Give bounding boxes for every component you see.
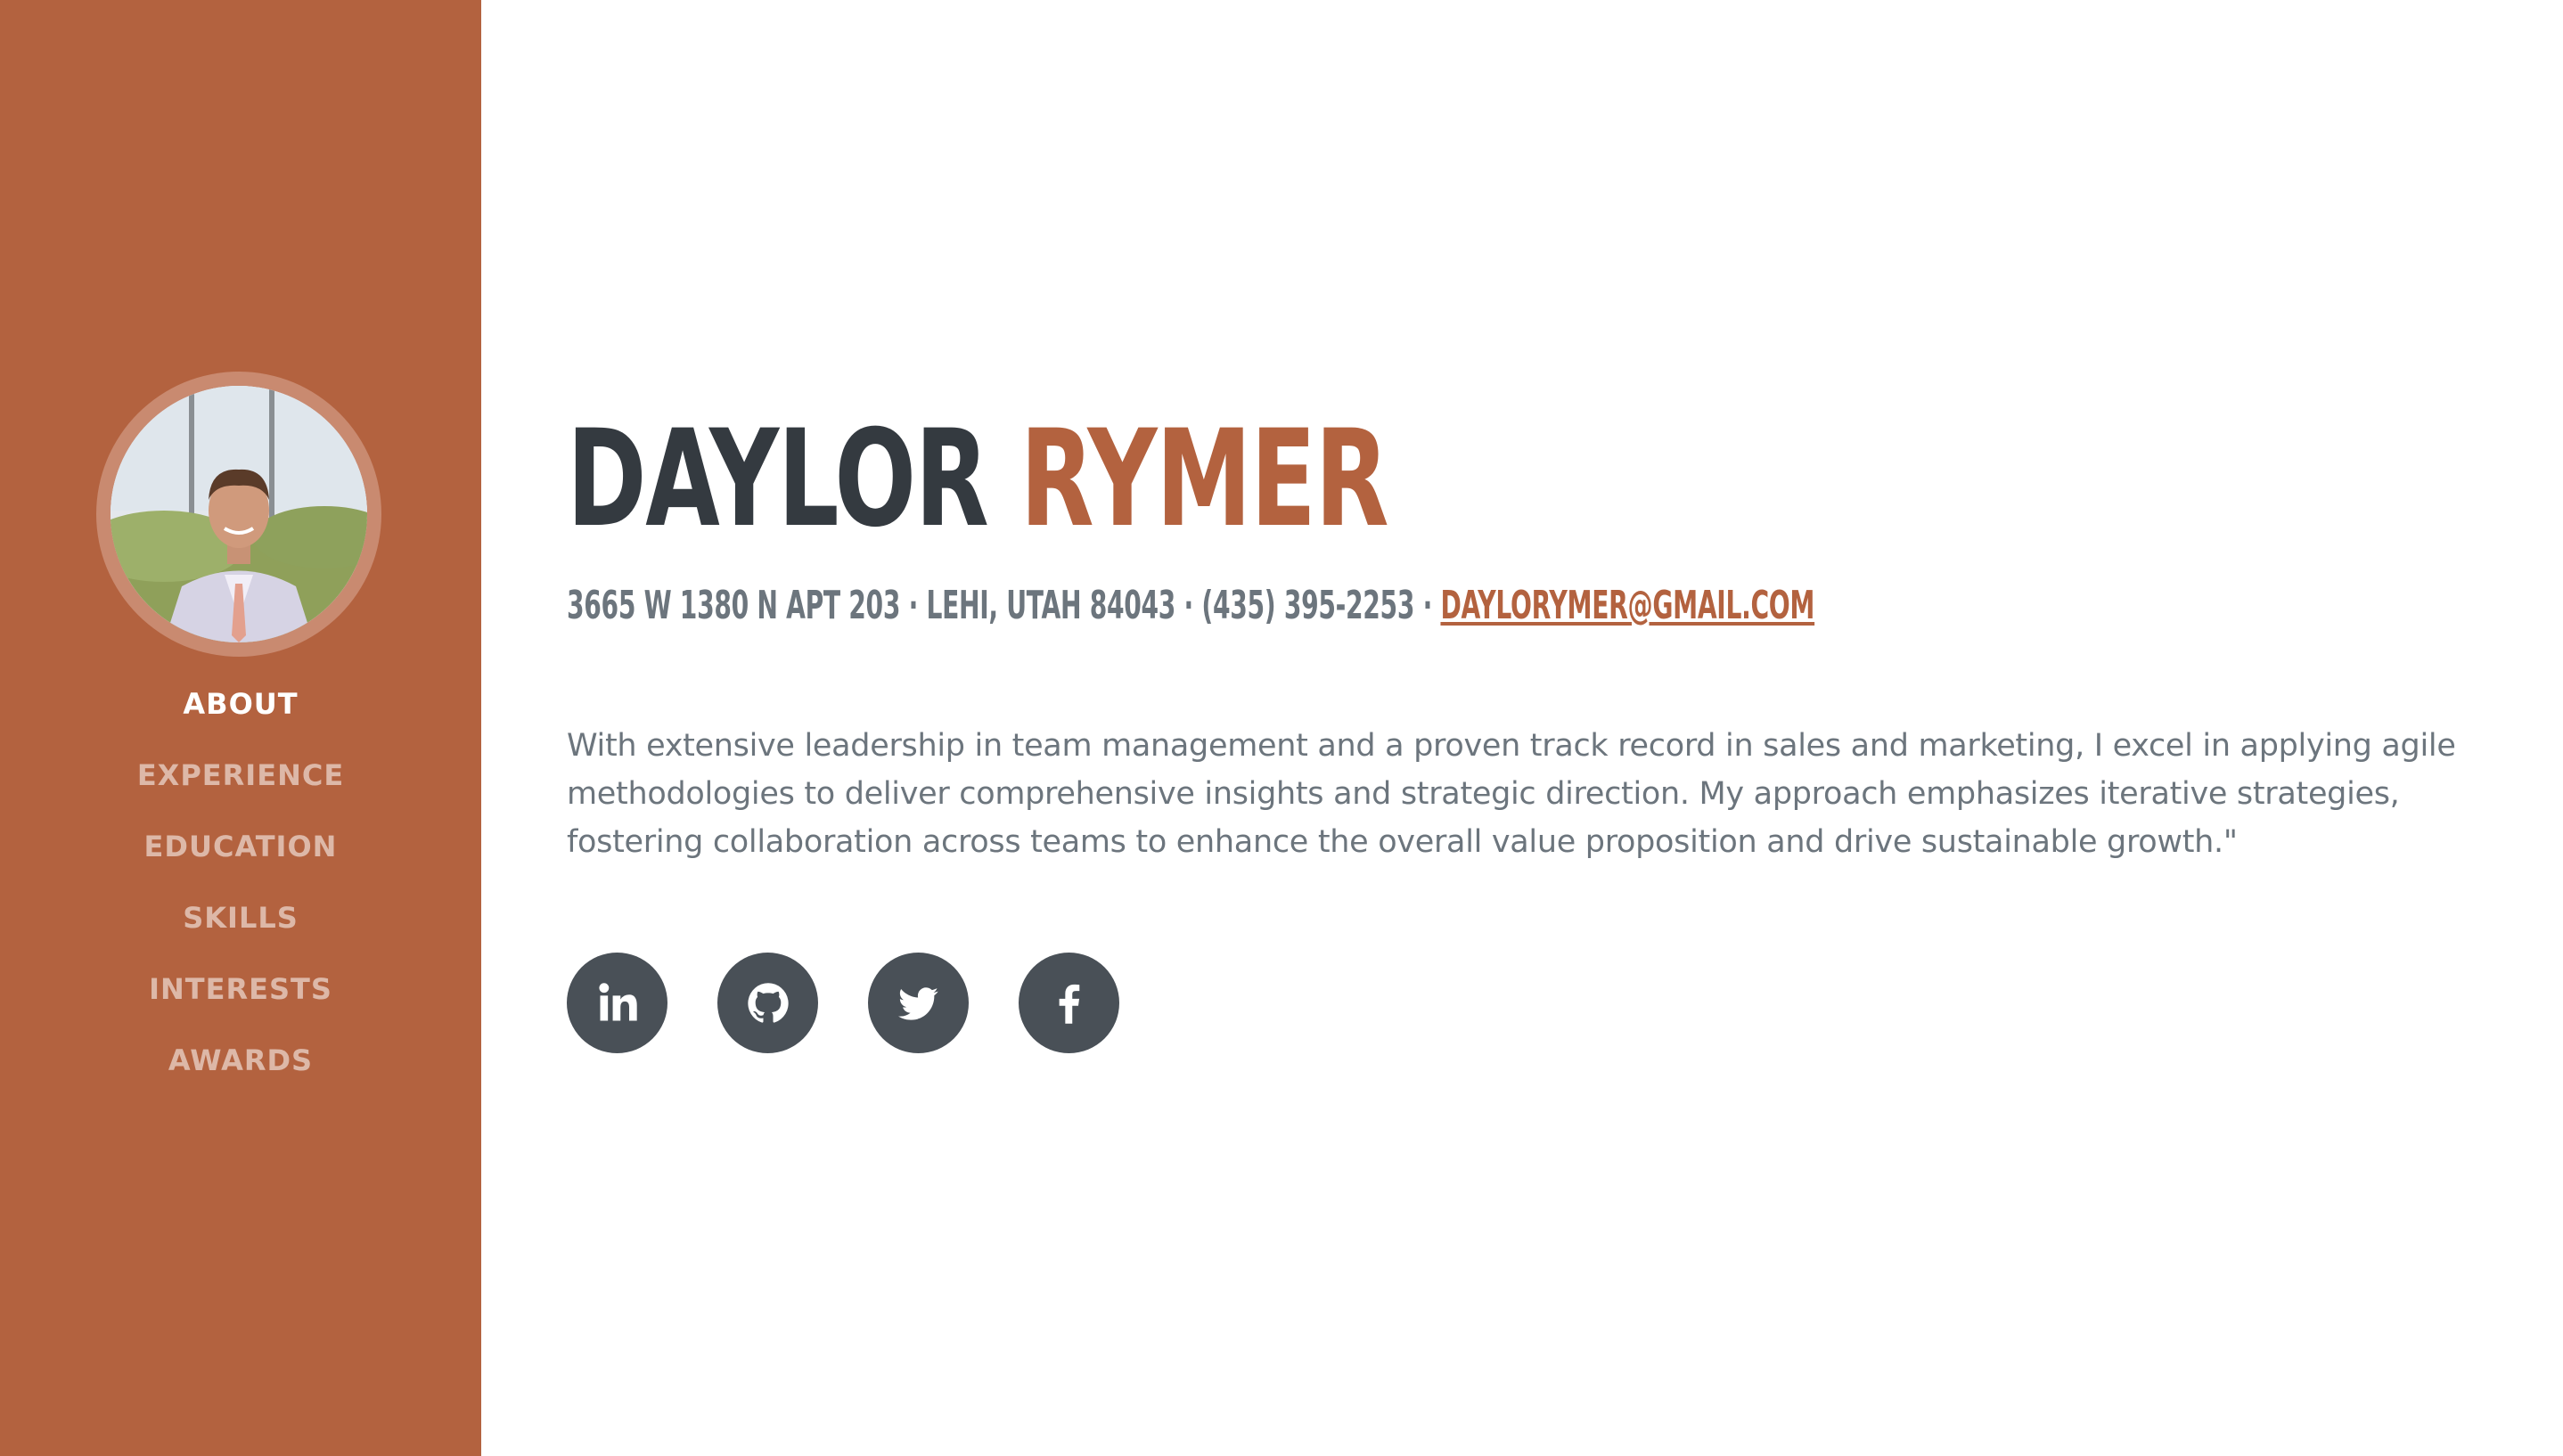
contact-line: 3665 W 1380 N APT 203 · LEHI, UTAH 84043…	[567, 579, 1814, 633]
nav-item-experience: EXPERIENCE	[0, 750, 481, 822]
facebook-icon	[1059, 984, 1079, 1024]
nav-link-about[interactable]: ABOUT	[183, 687, 298, 721]
social-links	[567, 953, 1119, 1053]
sidebar: ABOUT EXPERIENCE EDUCATION SKILLS INTERE…	[0, 0, 481, 1456]
nav-item-about: ABOUT	[0, 679, 481, 750]
nav-link-awards[interactable]: AWARDS	[168, 1043, 313, 1077]
nav-item-interests: INTERESTS	[0, 964, 481, 1035]
last-name: RYMER	[1019, 402, 1389, 557]
facebook-button[interactable]	[1019, 953, 1119, 1053]
profile-photo	[111, 386, 367, 642]
nav-item-skills: SKILLS	[0, 893, 481, 964]
full-name-heading: DAYLOR RYMER	[567, 408, 1389, 551]
bio-text: With extensive leadership in team manage…	[567, 728, 2456, 860]
github-button[interactable]	[717, 953, 818, 1053]
github-icon	[747, 982, 789, 1023]
avatar-ring	[96, 372, 381, 657]
nav-link-education[interactable]: EDUCATION	[144, 830, 338, 863]
linkedin-button[interactable]	[567, 953, 667, 1053]
avatar	[111, 386, 367, 642]
nav-link-experience[interactable]: EXPERIENCE	[137, 758, 344, 792]
nav-item-awards: AWARDS	[0, 1035, 481, 1107]
email-link[interactable]: DAYLORYMER@GMAIL.COM	[1440, 583, 1814, 628]
resume-page: ABOUT EXPERIENCE EDUCATION SKILLS INTERE…	[0, 0, 2563, 1456]
nav-link-skills[interactable]: SKILLS	[183, 901, 299, 935]
nav-item-education: EDUCATION	[0, 822, 481, 893]
linkedin-icon	[598, 982, 637, 1020]
first-name: DAYLOR	[567, 402, 989, 557]
nav-link-interests[interactable]: INTERESTS	[149, 972, 332, 1006]
twitter-button[interactable]	[868, 953, 969, 1053]
address-phone: 3665 W 1380 N APT 203 · LEHI, UTAH 84043…	[567, 583, 1432, 628]
twitter-icon	[897, 986, 938, 1020]
sidebar-nav: ABOUT EXPERIENCE EDUCATION SKILLS INTERE…	[0, 679, 481, 1107]
